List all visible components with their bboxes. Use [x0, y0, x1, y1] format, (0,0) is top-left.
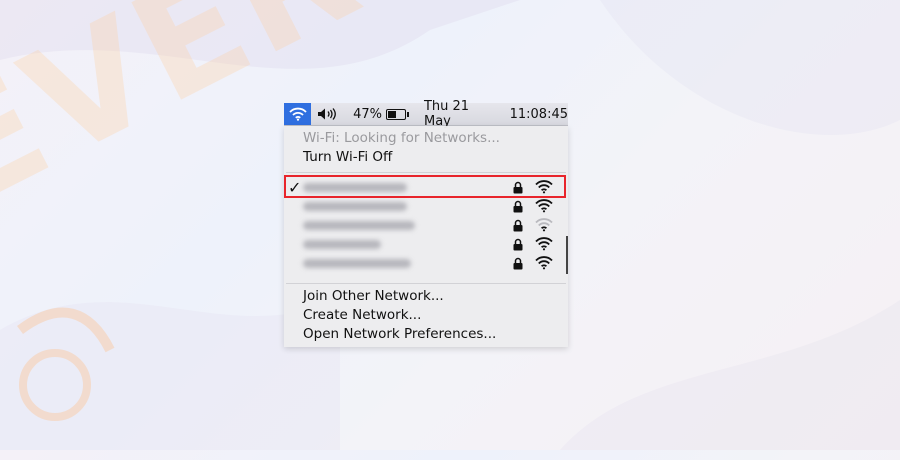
lock-icon: [513, 219, 523, 232]
volume-menu-button[interactable]: [317, 107, 339, 121]
create-network-label: Create Network...: [303, 306, 422, 323]
menu-bar: 47% Thu 21 May 11:08:45: [284, 99, 568, 129]
turn-wifi-off-item[interactable]: Turn Wi-Fi Off: [284, 147, 568, 166]
battery-menu-button[interactable]: 47%: [345, 106, 409, 122]
network-item[interactable]: [284, 216, 568, 235]
network-item[interactable]: [284, 235, 568, 254]
join-other-network-label: Join Other Network...: [303, 287, 444, 304]
network-item[interactable]: [284, 254, 568, 273]
lock-icon: [513, 181, 523, 194]
menubar-time[interactable]: 11:08:45: [510, 107, 568, 122]
battery-level-fill: [387, 110, 396, 118]
lock-icon: [513, 238, 523, 251]
network-name-redacted: [303, 240, 381, 249]
join-other-network-item[interactable]: Join Other Network...: [284, 286, 568, 305]
wifi-signal-icon: [535, 256, 553, 270]
network-item[interactable]: ✓: [284, 178, 568, 197]
speaker-icon: [318, 108, 336, 120]
wifi-status-label: Wi-Fi: Looking for Networks...: [303, 129, 500, 146]
network-name-redacted: [303, 183, 407, 192]
menu-separator: [286, 283, 566, 284]
lock-icon: [513, 257, 523, 270]
turn-wifi-off-label: Turn Wi-Fi Off: [303, 148, 393, 165]
network-name-redacted: [303, 221, 415, 230]
wifi-signal-icon: [535, 237, 553, 251]
checkmark-icon: ✓: [288, 178, 302, 197]
lock-icon: [513, 200, 523, 213]
menubar-date[interactable]: Thu 21 May: [424, 99, 498, 129]
open-network-preferences-label: Open Network Preferences...: [303, 325, 497, 342]
network-list-scrollbar[interactable]: [566, 236, 568, 274]
network-name-redacted: [303, 259, 411, 268]
battery-percent: 47%: [353, 106, 382, 122]
wifi-icon: [288, 107, 307, 121]
open-network-preferences-item[interactable]: Open Network Preferences...: [284, 324, 568, 343]
wifi-signal-icon: [535, 218, 553, 232]
wifi-dropdown-menu: Wi-Fi: Looking for Networks... Turn Wi-F…: [284, 126, 568, 347]
menu-separator: [286, 172, 566, 173]
wifi-signal-icon: [535, 180, 553, 194]
wifi-status-item: Wi-Fi: Looking for Networks...: [284, 128, 568, 147]
create-network-item[interactable]: Create Network...: [284, 305, 568, 324]
network-name-redacted: [303, 202, 407, 211]
network-item[interactable]: [284, 197, 568, 216]
battery-icon: [385, 108, 409, 120]
wifi-menu-button[interactable]: [284, 103, 312, 125]
wifi-signal-icon: [535, 199, 553, 213]
